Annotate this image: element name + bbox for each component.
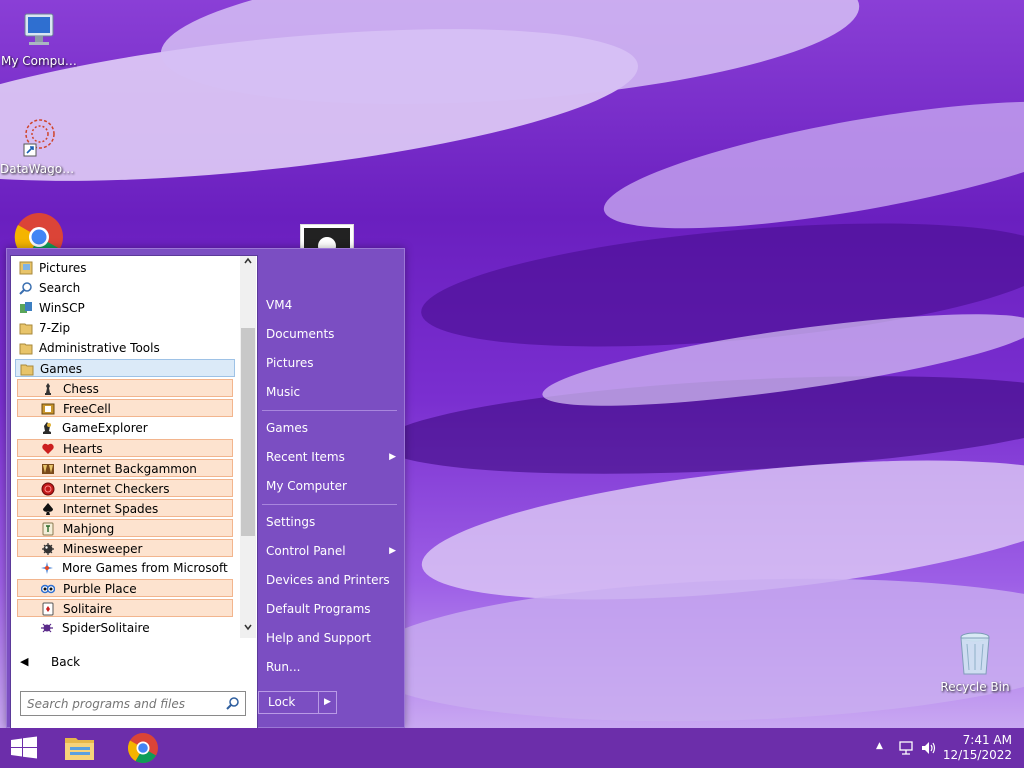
right-item-help-and-support[interactable]: Help and Support — [266, 626, 396, 650]
taskbar-file-explorer[interactable] — [56, 728, 104, 768]
chess-icon — [45, 383, 51, 395]
folder-icon — [19, 323, 33, 335]
right-item-default-programs[interactable]: Default Programs — [266, 597, 396, 621]
folder-icon — [19, 343, 33, 355]
right-item-settings[interactable]: Settings — [266, 510, 396, 534]
right-item-control-panel[interactable]: Control Panel ▶ — [266, 539, 396, 563]
desktop-icon-datawagon[interactable]: DataWagon... — [0, 112, 76, 176]
solitaire-icon — [42, 602, 54, 616]
windows-logo-icon — [11, 736, 37, 759]
minesweeper-icon — [42, 543, 54, 555]
taskbar-chrome[interactable] — [119, 728, 167, 768]
my-computer-icon — [24, 13, 54, 45]
spider-solitaire-icon — [41, 623, 53, 633]
right-item-music[interactable]: Music — [266, 380, 396, 404]
program-item-chess[interactable]: Chess — [17, 379, 233, 397]
clock-date: 12/15/2022 — [942, 748, 1012, 762]
chevron-down-icon — [244, 624, 252, 631]
start-button[interactable] — [0, 728, 48, 768]
program-item-pictures[interactable]: Pictures — [15, 259, 235, 277]
taskbar: ▲ 7:41 AM 12/15/2022 — [0, 728, 1024, 768]
search-input[interactable] — [25, 694, 219, 714]
program-item-internet-spades[interactable]: Internet Spades — [17, 499, 233, 517]
program-item-internet-checkers[interactable]: Internet Checkers — [17, 479, 233, 497]
spades-icon — [43, 503, 53, 515]
freecell-icon — [41, 403, 55, 415]
scroll-thumb[interactable] — [241, 328, 255, 536]
backgammon-icon — [42, 464, 54, 474]
lock-button[interactable]: Lock — [258, 691, 319, 714]
right-item-my-computer[interactable]: My Computer — [266, 474, 396, 498]
separator — [262, 504, 397, 505]
recycle-bin-icon — [960, 632, 990, 675]
right-item-games[interactable]: Games — [266, 416, 396, 440]
checkers-icon — [41, 482, 55, 496]
more-games-icon — [41, 562, 53, 574]
desktop-icon-label: DataWagon... — [0, 162, 76, 176]
shutdown-options-button[interactable]: ▶ — [318, 691, 337, 714]
program-item-minesweeper[interactable]: Minesweeper — [17, 539, 233, 557]
submenu-arrow-icon: ▶ — [389, 452, 396, 462]
chrome-icon — [127, 733, 158, 764]
clock-time: 7:41 AM — [962, 733, 1012, 747]
program-item-games-folder[interactable]: Games — [15, 359, 235, 377]
search-icon — [19, 282, 32, 295]
show-hidden-icons-button[interactable]: ▲ — [876, 741, 883, 751]
folder-icon — [20, 364, 34, 376]
desktop-icon-label: Recycle Bin — [940, 680, 1010, 694]
program-item-freecell[interactable]: FreeCell — [17, 399, 233, 417]
network-icon[interactable] — [898, 740, 914, 756]
right-item-documents[interactable]: Documents — [266, 322, 396, 346]
desktop-icon-label: My Computer — [1, 54, 77, 68]
back-arrow-icon: ◀ — [20, 655, 29, 668]
chevron-up-icon — [244, 257, 252, 264]
pictures-folder-icon — [19, 261, 33, 275]
chevron-right-icon: ▶ — [324, 697, 331, 707]
scroll-down-button[interactable] — [240, 622, 256, 638]
program-item-purble-place[interactable]: Purble Place — [17, 579, 233, 597]
back-button[interactable]: ◀ Back — [11, 650, 257, 674]
winscp-icon — [20, 302, 32, 313]
program-item-hearts[interactable]: Hearts — [17, 439, 233, 457]
programs-pane: Pictures Search WinSCP 7-Zip Administrat… — [10, 255, 258, 729]
separator — [262, 410, 397, 411]
search-box[interactable] — [20, 691, 246, 716]
program-item-mahjong[interactable]: Mahjong — [17, 519, 233, 537]
program-item-more-games[interactable]: More Games from Microsoft — [17, 559, 233, 577]
scroll-up-button[interactable] — [240, 256, 256, 272]
right-item-run[interactable]: Run... — [266, 655, 396, 679]
search-icon — [226, 697, 239, 710]
program-item-administrative-tools[interactable]: Administrative Tools — [15, 339, 235, 357]
right-item-recent-items[interactable]: Recent Items ▶ — [266, 445, 396, 469]
purble-place-icon — [41, 584, 55, 594]
places-pane: VM4 Documents Pictures Music Games Recen… — [257, 249, 404, 727]
clock[interactable]: 7:41 AM 12/15/2022 — [942, 733, 1012, 763]
program-item-7zip[interactable]: 7-Zip — [15, 319, 235, 337]
program-item-winscp[interactable]: WinSCP — [15, 299, 235, 317]
system-tray: ▲ — [872, 728, 942, 768]
volume-icon[interactable] — [920, 740, 936, 756]
desktop-icon-recycle-bin[interactable]: Recycle Bin — [937, 630, 1013, 694]
desktop-icon-my-computer[interactable]: My Computer — [1, 8, 77, 68]
mahjong-icon — [42, 522, 54, 536]
right-item-pictures[interactable]: Pictures — [266, 351, 396, 375]
program-item-internet-backgammon[interactable]: Internet Backgammon — [17, 459, 233, 477]
program-item-solitaire[interactable]: Solitaire — [17, 599, 233, 617]
programs-list: Pictures Search WinSCP 7-Zip Administrat… — [11, 256, 239, 638]
right-item-devices-and-printers[interactable]: Devices and Printers — [266, 568, 396, 592]
hearts-icon — [42, 443, 54, 454]
right-item-user[interactable]: VM4 — [266, 293, 396, 317]
game-explorer-icon — [43, 422, 51, 434]
datawagon-icon — [23, 119, 55, 157]
start-menu: Pictures Search WinSCP 7-Zip Administrat… — [6, 248, 405, 729]
programs-scrollbar[interactable] — [240, 256, 256, 638]
submenu-arrow-icon: ▶ — [389, 546, 396, 556]
file-explorer-icon — [65, 738, 94, 760]
program-item-search[interactable]: Search — [15, 279, 235, 297]
program-item-spidersolitaire[interactable]: SpiderSolitaire — [17, 619, 233, 637]
program-item-gameexplorer[interactable]: GameExplorer — [17, 419, 233, 437]
